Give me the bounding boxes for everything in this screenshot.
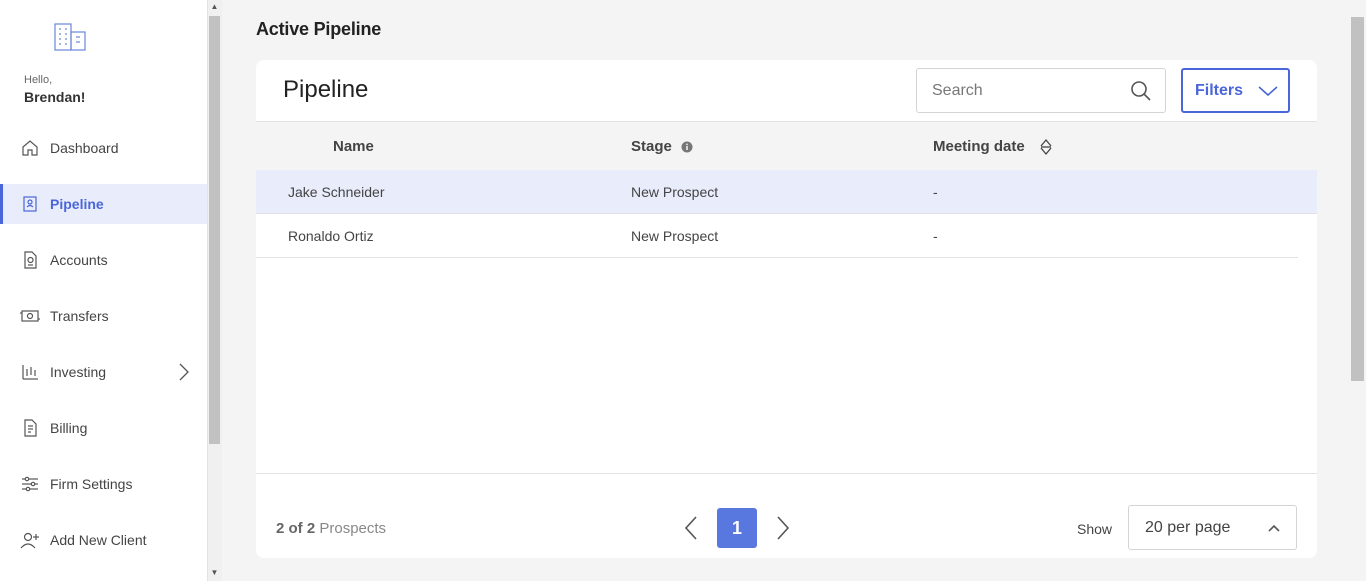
add-user-icon <box>20 530 40 550</box>
building-logo-icon <box>54 23 86 51</box>
results-count-value: 2 of 2 <box>276 520 316 537</box>
sliders-icon <box>20 474 40 494</box>
sort-icon[interactable] <box>1039 138 1053 156</box>
table-row[interactable]: Ronaldo Ortiz New Prospect - <box>256 214 1298 258</box>
search-box[interactable] <box>916 68 1166 113</box>
show-label: Show <box>1077 521 1113 537</box>
sidebar-item-label: Firm Settings <box>50 476 133 492</box>
sidebar-item-firm-settings[interactable]: Firm Settings <box>0 464 207 504</box>
sidebar-item-add-new-client[interactable]: Add New Client <box>0 520 207 560</box>
sidebar-item-dashboard[interactable]: Dashboard <box>0 128 207 168</box>
next-page-icon[interactable] <box>775 515 791 541</box>
page-scrollbar-thumb[interactable] <box>1351 17 1364 381</box>
contact-card-icon <box>20 194 40 214</box>
table-header: Name Stage Meeting date <box>256 121 1317 170</box>
scroll-up-arrow-icon[interactable]: ▲ <box>207 0 222 14</box>
sidebar-item-label: Accounts <box>50 252 108 268</box>
sidebar-item-label: Pipeline <box>50 196 104 212</box>
document-icon <box>20 250 40 270</box>
column-header-meeting-date[interactable]: Meeting date <box>933 138 1025 155</box>
column-header-name[interactable]: Name <box>333 138 374 155</box>
cell-meeting-date: - <box>933 184 938 200</box>
results-count-label: Prospects <box>319 520 387 537</box>
results-count: 2 of 2 Prospects <box>276 520 386 537</box>
sidebar-item-pipeline[interactable]: Pipeline <box>0 184 207 224</box>
greeting-text: Hello, <box>24 74 53 86</box>
cell-name: Jake Schneider <box>288 184 385 200</box>
sidebar-item-label: Add New Client <box>50 532 147 548</box>
chevron-up-icon <box>1268 524 1280 532</box>
column-header-stage[interactable]: Stage <box>631 138 672 155</box>
cell-stage: New Prospect <box>631 228 719 244</box>
card-title: Pipeline <box>283 76 369 103</box>
search-input[interactable] <box>932 81 1122 101</box>
table-row[interactable]: Jake Schneider New Prospect - <box>256 170 1317 214</box>
sidebar-item-label: Billing <box>50 420 88 436</box>
cell-name: Ronaldo Ortiz <box>288 228 374 244</box>
sidebar-scrollbar-thumb[interactable] <box>209 16 220 444</box>
page-title: Active Pipeline <box>256 19 382 39</box>
page-number-button[interactable]: 1 <box>717 508 757 548</box>
footer-divider <box>256 473 1317 474</box>
sidebar: Hello, Brendan! Dashboard Pipeline Accou… <box>0 0 207 581</box>
info-icon[interactable] <box>681 141 693 153</box>
sidebar-item-label: Investing <box>50 364 107 380</box>
previous-page-icon[interactable] <box>683 515 699 541</box>
scroll-down-arrow-icon[interactable]: ▼ <box>207 566 222 580</box>
cell-stage: New Prospect <box>631 184 719 200</box>
home-icon <box>20 138 40 158</box>
filters-button[interactable]: Filters <box>1181 68 1290 113</box>
chevron-right-icon <box>179 363 189 381</box>
chevron-down-icon <box>1258 86 1278 97</box>
sidebar-item-billing[interactable]: Billing <box>0 408 207 448</box>
pipeline-card: Pipeline Filters Name Stage Meeting date… <box>256 60 1317 558</box>
sidebar-item-investing[interactable]: Investing <box>0 352 207 392</box>
invoice-icon <box>20 418 40 438</box>
cell-meeting-date: - <box>933 228 938 244</box>
search-icon[interactable] <box>1130 80 1152 102</box>
sidebar-item-label: Dashboard <box>50 140 119 156</box>
user-name: Brendan! <box>24 89 86 105</box>
filters-label: Filters <box>1195 82 1244 99</box>
sidebar-item-accounts[interactable]: Accounts <box>0 240 207 280</box>
sidebar-item-transfers[interactable]: Transfers <box>0 296 207 336</box>
per-page-value: 20 per page <box>1145 519 1231 536</box>
sidebar-item-label: Transfers <box>50 308 109 324</box>
money-transfer-icon <box>20 306 40 326</box>
chart-icon <box>20 362 40 382</box>
per-page-select[interactable]: 20 per page <box>1128 505 1297 550</box>
